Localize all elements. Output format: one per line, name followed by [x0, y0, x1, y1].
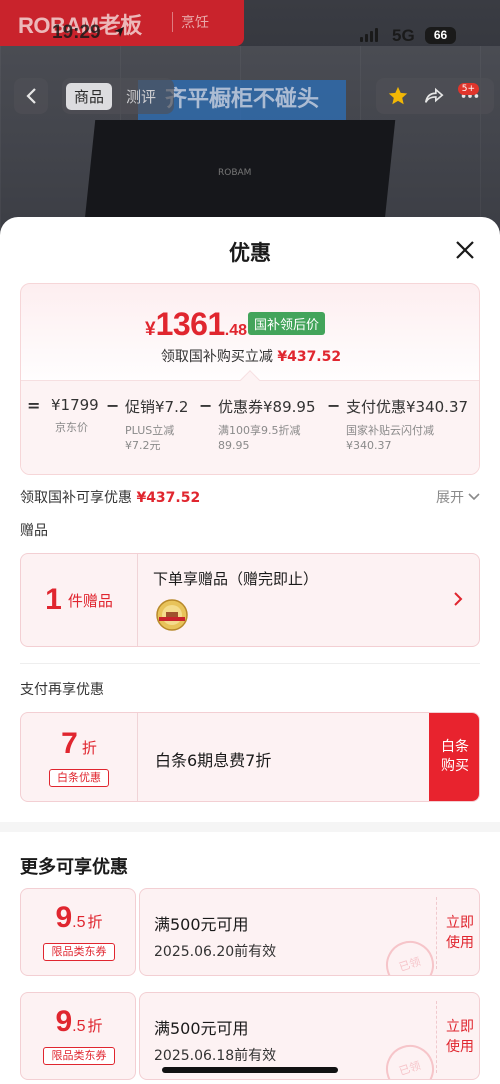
expand-button[interactable]: 展开	[436, 487, 480, 507]
chevron-down-icon	[468, 493, 480, 501]
use-now-button[interactable]: 立即使用	[440, 993, 479, 1079]
gifts-section-label: 赠品	[20, 523, 48, 539]
claimed-stamp-icon: 已领	[379, 1038, 441, 1079]
product-nav-bar: 商品 测评 5+	[0, 78, 500, 116]
formula-item-payment: 支付优惠¥340.37 国家补贴云闪付减 ¥340.37	[346, 398, 469, 452]
payment-offer-card: 7折 白条优惠 白条6期息费7折 白条购买	[20, 712, 480, 802]
final-price: ¥1361.48	[145, 306, 248, 342]
coupon-title: 满500元可用	[154, 1019, 249, 1038]
baitiao-tag: 白条优惠	[49, 769, 109, 787]
price-tag: 国补领后价	[248, 312, 326, 335]
gift-title: 下单享赠品（赠完即止）	[153, 570, 319, 588]
coupon-tag: 限品类东券	[43, 943, 115, 961]
baitiao-buy-button[interactable]: 白条购买	[429, 713, 479, 801]
star-icon[interactable]	[387, 85, 409, 107]
tab-review[interactable]: 测评	[118, 83, 164, 110]
back-button[interactable]	[14, 78, 48, 114]
formula-item-promotion: 促销¥7.2 PLUS立减 ¥7.2元	[125, 398, 189, 452]
close-icon[interactable]	[452, 237, 478, 263]
gift-card[interactable]: 1 件赠品 下单享赠品（赠完即止）	[20, 553, 480, 647]
formula-item-coupon: 优惠券¥89.95 满100享9.5折减 89.95	[218, 398, 316, 452]
more-menu-button[interactable]: 5+	[457, 83, 483, 107]
formula-item-jd-price: ¥1799 京东价	[51, 396, 99, 434]
formula-operator: −	[106, 396, 120, 415]
coupon-rate: 9.5 折	[55, 901, 103, 934]
gift-count: 1 件赠品	[45, 583, 113, 616]
use-now-button[interactable]: 立即使用	[440, 889, 479, 975]
network-type: 5G	[392, 26, 415, 45]
tab-product[interactable]: 商品	[66, 82, 113, 110]
signal-icon	[360, 28, 378, 42]
coupon-card: 9.5 折 限品类东券 满500元可用 2025.06.20前有效 已领 立即使用	[20, 888, 480, 976]
battery-icon: 66	[425, 27, 456, 44]
payment-offer-text: 白条6期息费7折	[155, 751, 272, 770]
gift-badge-icon	[156, 599, 188, 631]
home-indicator[interactable]	[162, 1067, 338, 1073]
nav-tabs: 商品 测评	[62, 78, 174, 114]
discount-sheet: 优惠 ¥1361.48 国补领后价 领取国补购买立减 ¥437.52 = ¥17…	[0, 217, 500, 1084]
formula-operator: −	[327, 396, 341, 415]
price-formula: = ¥1799 京东价 − 促销¥7.2 PLUS立减 ¥7.2元 − 优惠券¥8…	[21, 396, 479, 474]
notification-badge: 5+	[457, 83, 479, 95]
coupon-rate: 9.5 折	[55, 1005, 103, 1038]
coupon-expiry: 2025.06.18前有效	[154, 1048, 277, 1064]
coupon-title: 满500元可用	[154, 915, 249, 934]
nav-actions: 5+	[376, 78, 494, 114]
formula-operator: =	[27, 396, 41, 415]
chevron-left-icon	[26, 88, 36, 104]
hood-logo: ROBAM	[218, 168, 252, 178]
subsidy-claim-row[interactable]: 领取国补可享优惠 ¥437.52 展开	[20, 487, 480, 507]
price-subtitle: 领取国补购买立减 ¥437.52	[160, 349, 342, 365]
more-offers-title: 更多可享优惠	[20, 857, 128, 878]
coupon-tag: 限品类东券	[43, 1047, 115, 1065]
price-breakdown-card: ¥1361.48 国补领后价 领取国补购买立减 ¥437.52 = ¥1799 …	[20, 283, 480, 475]
formula-operator: −	[199, 396, 213, 415]
discount-rate: 7折	[61, 727, 97, 760]
payment-section-label: 支付再享优惠	[20, 682, 104, 698]
location-arrow-icon	[114, 27, 124, 37]
sheet-title: 优惠	[229, 241, 271, 265]
claimed-stamp-icon: 已领	[379, 934, 441, 975]
status-bar: 19:29 5G 66	[0, 0, 500, 46]
status-time: 19:29	[52, 22, 101, 43]
coupon-expiry: 2025.06.20前有效	[154, 944, 277, 960]
share-icon[interactable]	[423, 85, 445, 107]
chevron-right-icon	[454, 592, 463, 606]
